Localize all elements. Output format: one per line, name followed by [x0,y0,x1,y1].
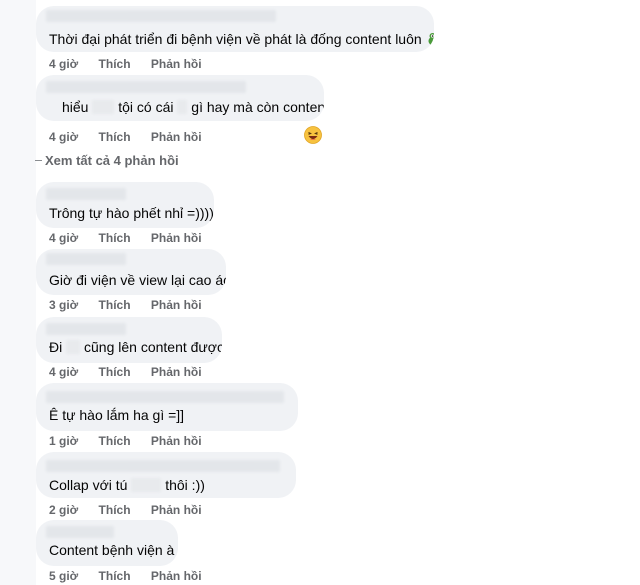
comment-text: Giờ đi viện về view lại cao ác [49,272,226,288]
comment-text: Content bệnh viện à [49,542,175,558]
redacted-name [131,478,162,492]
like-link[interactable]: Thích [99,569,131,583]
comment-time[interactable]: 1 giờ [49,434,78,448]
like-link[interactable]: Thích [99,365,131,379]
commenter-name-redacted [46,253,126,265]
comment-actions: 3 giờ Thích Phản hồi [49,298,219,312]
thread-guide [0,0,36,585]
reply-link[interactable]: Phản hồi [151,569,202,583]
like-link[interactable]: Thích [99,130,131,144]
frog-emoji-icon [428,32,434,51]
comment-bubble: Trông tự hào phết nhỉ =)))) [36,182,214,228]
commenter-name-redacted [46,391,284,403]
like-link[interactable]: Thích [99,298,131,312]
commenter-name-redacted [46,81,246,93]
commenter-name-redacted [46,460,280,472]
like-link[interactable]: Thích [99,57,131,71]
comment-bubble: Đi cũng lên content được [36,317,222,363]
comment-bubble: Content bệnh viện à [36,520,178,566]
see-all-replies-link[interactable]: Xem tất cả 4 phản hồi [35,153,179,168]
comment-actions: 5 giờ Thích Phản hồi [49,569,219,583]
reply-link[interactable]: Phản hồi [151,57,202,71]
reply-link[interactable]: Phản hồi [151,434,202,448]
reply-link[interactable]: Phản hồi [151,231,202,245]
comment-time[interactable]: 4 giờ [49,231,78,245]
comment-text: Thời đại phát triển đi bệnh viện về phát… [49,30,434,51]
comment-actions: 4 giờ Thích Phản hồi [49,57,219,71]
comment-time[interactable]: 5 giờ [49,569,78,583]
reply-link[interactable]: Phản hồi [151,503,202,517]
comment-time[interactable]: 2 giờ [49,503,78,517]
reply-link[interactable]: Phản hồi [151,365,202,379]
commenter-name-redacted [46,526,114,538]
comment-actions: 4 giờ Thích Phản hồi [49,365,219,379]
comment-time[interactable]: 4 giờ [49,57,78,71]
thread-dash [35,160,42,161]
comment-actions: 1 giờ Thích Phản hồi [49,434,219,448]
reply-link[interactable]: Phản hồi [151,130,202,144]
comment-bubble: Giờ đi viện về view lại cao ác [36,249,226,295]
comment-actions: 4 giờ Thích Phản hồi [49,130,219,144]
comment-actions: 2 giờ Thích Phản hồi [49,503,219,517]
comment-bubble: hiểu tội có cái gì hay mà còn content :)… [36,75,324,121]
commenter-name-redacted [46,188,126,200]
comment-bubble: Collap với tú thôi :)) [36,452,296,498]
comment-actions: 4 giờ Thích Phản hồi [49,231,219,245]
reply-link[interactable]: Phản hồi [151,298,202,312]
redacted-name [177,100,188,114]
commenter-name-redacted [46,10,276,22]
comment-time[interactable]: 3 giờ [49,298,78,312]
laughing-emoji-icon[interactable] [304,126,322,144]
comment-time[interactable]: 4 giờ [49,130,78,144]
commenter-name-redacted [46,323,126,335]
comment-text: Collap với tú thôi :)) [49,477,205,493]
comment-text: hiểu tội có cái gì hay mà còn content :)… [62,99,324,115]
like-link[interactable]: Thích [99,503,131,517]
like-link[interactable]: Thích [99,434,131,448]
redacted-name [92,100,115,114]
comment-bubble: Thời đại phát triển đi bệnh viện về phát… [36,6,434,52]
comment-text: Trông tự hào phết nhỉ =)))) [49,205,214,221]
comment-bubble: Ê tự hào lắm ha gì =]] [36,383,298,431]
comment-text: Ê tự hào lắm ha gì =]] [49,407,185,423]
redacted-name [66,340,81,354]
comment-text: Đi cũng lên content được [49,339,222,355]
like-link[interactable]: Thích [99,231,131,245]
comment-time[interactable]: 4 giờ [49,365,78,379]
